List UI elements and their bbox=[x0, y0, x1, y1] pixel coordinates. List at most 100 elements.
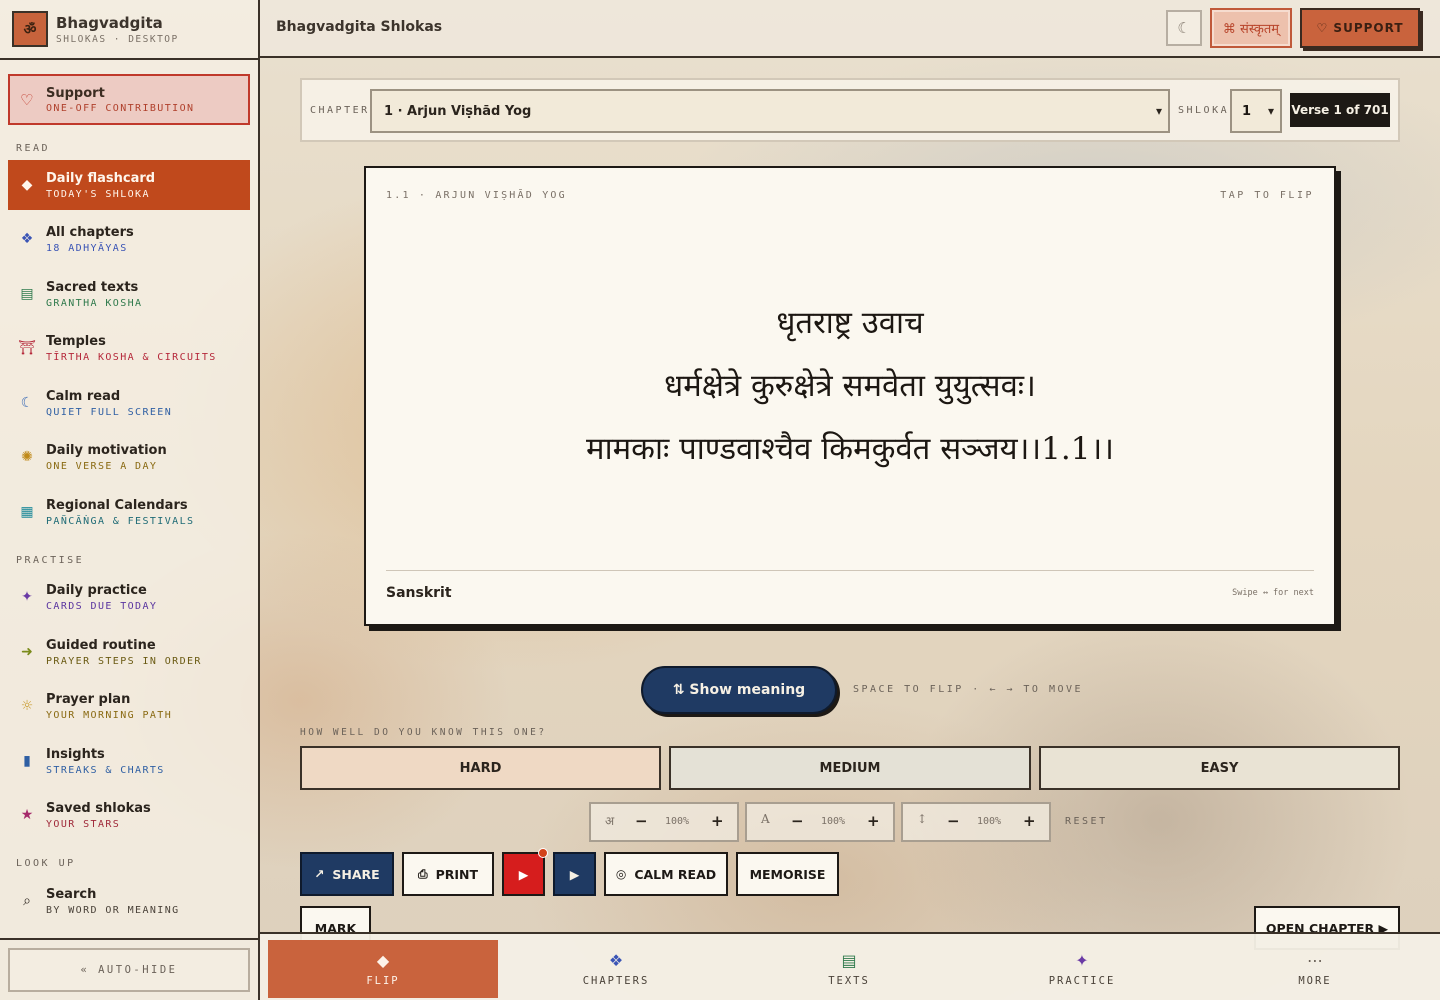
script-toggle-button[interactable]: ⌘ संस्कृतम् bbox=[1210, 8, 1292, 48]
play-icon: ▶ bbox=[518, 866, 529, 882]
chapter-select[interactable]: 1 · Arjun Viṣhād Yog ▾ bbox=[370, 89, 1170, 133]
increase-button[interactable]: + bbox=[1023, 812, 1036, 830]
card-language: Sanskrit bbox=[386, 585, 452, 601]
section-label-practise: PRACTISE bbox=[16, 555, 85, 566]
calm-read-button[interactable]: ◎ CALM READ bbox=[604, 852, 728, 896]
sidebar-item-subtitle: ONE VERSE A DAY bbox=[46, 460, 158, 472]
flashcard[interactable]: 1.1 · ARJUN VIṢHĀD YOG TAP TO FLIP धृतरा… bbox=[364, 166, 1336, 626]
reset-button[interactable]: RESET bbox=[1065, 816, 1108, 827]
tab-flip[interactable]: ◆ FLIP bbox=[268, 940, 498, 998]
increase-button[interactable]: + bbox=[711, 812, 724, 830]
sidebar-item-insights[interactable]: ▮ Insights STREAKS & CHARTS bbox=[8, 736, 250, 786]
sidebar-item-daily-flashcard[interactable]: ◆ Daily flashcard TODAY'S SHLOKA bbox=[8, 160, 250, 210]
tab-label: PRACTICE bbox=[1048, 975, 1116, 987]
sun-icon: ✺ bbox=[21, 449, 33, 465]
diamond-icon: ◆ bbox=[376, 951, 390, 970]
sidebar-item-daily-practice[interactable]: ✦ Daily practice CARDS DUE TODAY bbox=[8, 572, 250, 622]
sidebar-item-guided-routine[interactable]: ➜ Guided routine PRAYER STEPS IN ORDER bbox=[8, 627, 250, 677]
show-meaning-button[interactable]: ⇅ Show meaning bbox=[641, 666, 837, 714]
shloka-select[interactable]: 1 ▾ bbox=[1230, 89, 1282, 133]
tab-practice[interactable]: ✦ PRACTICE bbox=[967, 940, 1197, 998]
play-recitation-button[interactable]: ▶ bbox=[553, 852, 596, 896]
sidebar: ॐ Bhagvadgita SHLOKAS · DESKTOP ♡ Suppor… bbox=[0, 0, 260, 1000]
size-value: 100% bbox=[821, 816, 846, 827]
section-label-read: READ bbox=[16, 143, 51, 154]
sidebar-item-title: Regional Calendars bbox=[46, 497, 188, 513]
chapters-icon: ❖ bbox=[20, 231, 34, 247]
header-support-button[interactable]: ♡ SUPPORT bbox=[1300, 8, 1420, 48]
calendar-icon: ▦ bbox=[20, 504, 34, 520]
sidebar-item-title: Daily practice bbox=[46, 582, 147, 598]
sidebar-item-daily-motivation[interactable]: ✺ Daily motivation ONE VERSE A DAY bbox=[8, 432, 250, 482]
tab-more[interactable]: ⋯ MORE bbox=[1200, 940, 1430, 998]
book-icon: ▤ bbox=[841, 951, 857, 970]
support-card[interactable]: ♡ Support ONE-OFF CONTRIBUTION bbox=[8, 74, 250, 125]
decrease-button[interactable]: − bbox=[635, 812, 648, 830]
print-button[interactable]: ⎙ PRINT bbox=[402, 852, 494, 896]
tab-texts[interactable]: ▤ TEXTS bbox=[734, 940, 964, 998]
devanagari-glyph-icon: अ bbox=[605, 814, 615, 828]
rate-medium-button[interactable]: MEDIUM bbox=[669, 746, 1031, 790]
print-icon: ⎙ bbox=[417, 866, 428, 881]
support-card-subtitle: ONE-OFF CONTRIBUTION bbox=[46, 102, 195, 114]
target-icon: ◎ bbox=[615, 867, 627, 881]
sparkle-icon: ✦ bbox=[1075, 951, 1089, 970]
sidebar-item-subtitle: QUIET FULL SCREEN bbox=[46, 406, 173, 418]
arrow-right-icon: ➜ bbox=[21, 644, 33, 660]
sidebar-item-subtitle: GRANTHA KOSHA bbox=[46, 297, 143, 309]
tab-label: CHAPTERS bbox=[582, 975, 650, 987]
om-logo-icon: ॐ bbox=[12, 11, 48, 47]
rate-hard-button[interactable]: HARD bbox=[300, 746, 661, 790]
share-button[interactable]: ↗ SHARE bbox=[300, 852, 394, 896]
sidebar-item-title: All chapters bbox=[46, 224, 134, 240]
shloka-label: SHLOKA bbox=[1178, 105, 1230, 116]
keyboard-hint: SPACE TO FLIP · ← → TO MOVE bbox=[853, 684, 1084, 695]
line-height-icon: ↕ bbox=[917, 812, 928, 826]
sidebar-item-prayer-plan[interactable]: ☼ Prayer plan YOUR MORNING PATH bbox=[8, 681, 250, 731]
rate-easy-button[interactable]: EASY bbox=[1039, 746, 1400, 790]
bottom-tab-bar: ◆ FLIP ❖ CHAPTERS ▤ TEXTS ✦ PRACTICE ⋯ MORE bbox=[260, 932, 1440, 1000]
moon-icon: ☾ bbox=[1177, 19, 1191, 37]
share-arrow-icon: ↗ bbox=[314, 867, 325, 881]
brand-subtitle: SHLOKAS · DESKTOP bbox=[56, 33, 179, 45]
notification-dot bbox=[538, 848, 548, 858]
card-divider bbox=[386, 570, 1314, 571]
book-icon: ▤ bbox=[20, 286, 34, 302]
heart-icon: ♡ bbox=[20, 90, 34, 109]
sidebar-item-subtitle: BY WORD OR MEANING bbox=[46, 904, 180, 916]
size-value: 100% bbox=[977, 816, 1002, 827]
increase-button[interactable]: + bbox=[867, 812, 880, 830]
moon-icon: ☾ bbox=[20, 395, 34, 411]
shloka-select-value: 1 bbox=[1242, 103, 1252, 119]
sidebar-item-title: Sacred texts bbox=[46, 279, 139, 295]
sidebar-item-subtitle: YOUR STARS bbox=[46, 818, 121, 830]
sidebar-item-saved-shlokas[interactable]: ★ Saved shlokas YOUR STARS bbox=[8, 790, 250, 840]
more-icon: ⋯ bbox=[1307, 951, 1323, 970]
sidebar-item-title: Temples bbox=[46, 333, 106, 349]
memorise-button[interactable]: MEMORISE bbox=[736, 852, 839, 896]
sidebar-item-calm-read[interactable]: ☾ Calm read QUIET FULL SCREEN bbox=[8, 378, 250, 428]
decrease-button[interactable]: − bbox=[947, 812, 960, 830]
tab-chapters[interactable]: ❖ CHAPTERS bbox=[501, 940, 731, 998]
decrease-button[interactable]: − bbox=[791, 812, 804, 830]
sidebar-item-subtitle: TODAY'S SHLOKA bbox=[46, 188, 150, 200]
auto-hide-button[interactable]: « AUTO-HIDE bbox=[8, 948, 250, 992]
verse-line: धृतराष्ट्र उवाच bbox=[776, 305, 924, 341]
sidebar-item-search[interactable]: ⌕ Search BY WORD OR MEANING bbox=[8, 876, 250, 926]
sidebar-item-regional-calendars[interactable]: ▦ Regional Calendars PAÑCĀṄGA & FESTIVALS bbox=[8, 487, 250, 537]
brand[interactable]: ॐ Bhagvadgita SHLOKAS · DESKTOP bbox=[0, 0, 258, 60]
sidebar-item-title: Guided routine bbox=[46, 637, 156, 653]
devanagari-size-control: अ − 100% + bbox=[589, 802, 739, 842]
verse-line: धर्मक्षेत्रे कुरुक्षेत्रे समवेता युयुत्स… bbox=[664, 368, 1036, 404]
chapters-icon: ❖ bbox=[608, 951, 624, 970]
theme-toggle-button[interactable]: ☾ bbox=[1166, 10, 1202, 46]
top-header: Bhagvadgita Shlokas ☾ ⌘ संस्कृतम् ♡ SUPP… bbox=[260, 0, 1440, 58]
latin-size-control: A − 100% + bbox=[745, 802, 895, 842]
sidebar-item-subtitle: PRAYER STEPS IN ORDER bbox=[46, 655, 202, 667]
temple-icon: ⛩ bbox=[18, 340, 36, 356]
sidebar-item-temples[interactable]: ⛩ Temples TĪRTHA KOSHA & CIRCUITS bbox=[8, 323, 250, 373]
line-height-control: ↕ − 100% + bbox=[901, 802, 1051, 842]
sidebar-item-sacred-texts[interactable]: ▤ Sacred texts GRANTHA KOSHA bbox=[8, 269, 250, 319]
sidebar-item-all-chapters[interactable]: ❖ All chapters 18 ADHYĀYAS bbox=[8, 214, 250, 264]
play-audio-button[interactable]: ▶ bbox=[502, 852, 545, 896]
